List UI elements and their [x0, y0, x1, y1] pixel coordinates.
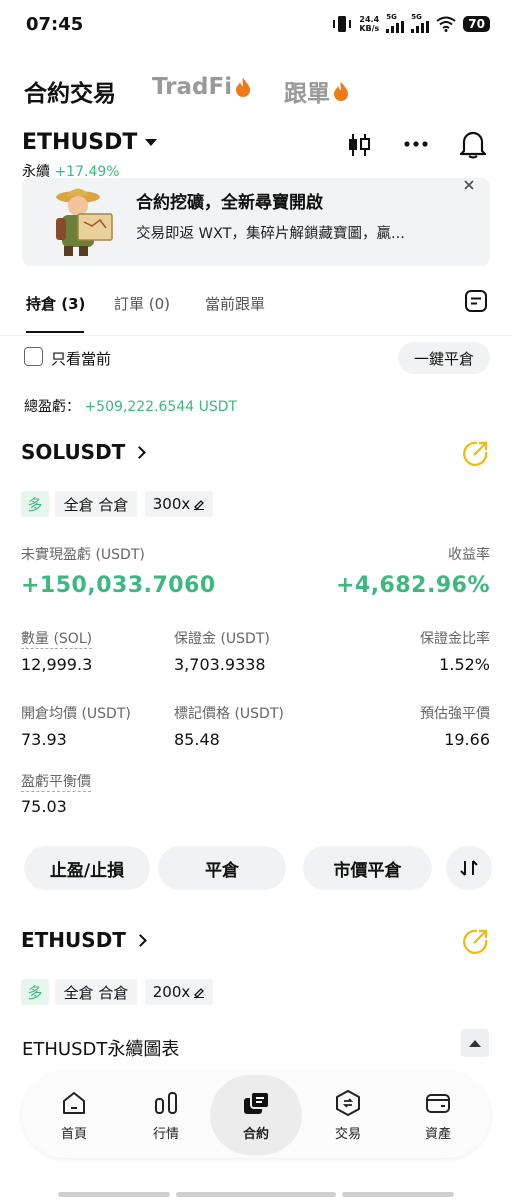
- bottom-nav: 首頁 行情 合約 交易 資產: [22, 1072, 490, 1158]
- close-position-button[interactable]: 平倉: [158, 846, 286, 890]
- caret-down-icon: [145, 139, 158, 146]
- leverage-badge[interactable]: 200x: [145, 979, 213, 1005]
- more-icon[interactable]: [403, 140, 429, 148]
- only-current-checkbox[interactable]: [24, 347, 43, 366]
- margin-ratio-label: 保證金比率: [420, 631, 490, 647]
- roe-value: +4,682.96%: [335, 573, 490, 598]
- market-close-button[interactable]: 市價平倉: [303, 846, 432, 890]
- edit-icon: [193, 498, 205, 510]
- nav-item-trade[interactable]: 交易: [308, 1072, 388, 1158]
- tab-tradfi[interactable]: TradFi: [152, 74, 251, 100]
- breakeven-price-label: 盈虧平衡價: [21, 771, 91, 792]
- nav-item-futures[interactable]: 合約: [216, 1072, 296, 1158]
- share-icon[interactable]: [461, 440, 489, 468]
- share-icon[interactable]: [461, 928, 489, 956]
- total-pnl-label: 總盈虧：: [24, 399, 80, 415]
- gesture-bar: [176, 1192, 336, 1197]
- banner-body: 交易即返 WXT，集碎片解鎖藏寶圖，贏...: [136, 226, 405, 242]
- margin-mode-badge: 全倉 合倉: [55, 979, 137, 1005]
- reverse-position-button[interactable]: [446, 846, 492, 890]
- liquidation-price-label: 預估強平價: [420, 706, 490, 722]
- order-history-icon[interactable]: [464, 289, 488, 313]
- trade-icon: [334, 1089, 362, 1117]
- divider: [0, 335, 512, 336]
- chevron-right-icon: [133, 445, 147, 459]
- home-icon: [60, 1089, 88, 1117]
- entry-price-label: 開倉均價 (USDT): [21, 706, 131, 722]
- mark-price-value: 85.48: [174, 730, 220, 749]
- explorer-mascot-illustration: [48, 184, 116, 258]
- tab-orders[interactable]: 訂單 (0): [114, 293, 170, 314]
- breakeven-price-value: 75.03: [21, 797, 67, 816]
- side-badge: 多: [21, 491, 49, 517]
- market-icon: [152, 1089, 180, 1117]
- unrealized-pnl-value: +150,033.7060: [21, 573, 216, 598]
- nav-item-assets[interactable]: 資產: [398, 1072, 478, 1158]
- mark-price-label: 標記價格 (USDT): [174, 706, 284, 722]
- entry-price-value: 73.93: [21, 730, 67, 749]
- close-all-button[interactable]: 一鍵平倉: [398, 342, 490, 374]
- nav-item-market[interactable]: 行情: [126, 1072, 206, 1158]
- status-time: 07:45: [26, 14, 84, 35]
- quantity-label: 數量 (SOL): [21, 628, 93, 649]
- futures-icon: [241, 1089, 271, 1117]
- nav-item-home[interactable]: 首頁: [34, 1072, 114, 1158]
- tab-positions[interactable]: 持倉 (3): [26, 293, 85, 314]
- signal-icon: 5G: [386, 14, 405, 33]
- chart-collapse-toggle[interactable]: [461, 1029, 489, 1057]
- margin-label: 保證金 (USDT): [174, 631, 270, 647]
- chevron-right-icon: [134, 933, 147, 947]
- status-icons: 24.4 KB/s 5G 5G 70: [332, 14, 490, 33]
- roe-label: 收益率: [448, 547, 490, 563]
- caret-up-icon: [469, 1039, 481, 1047]
- promo-banner[interactable]: 合約挖礦，全新尋寶開啟 交易即返 WXT，集碎片解鎖藏寶圖，贏...: [22, 178, 490, 266]
- margin-mode-badge: 全倉 合倉: [55, 491, 137, 517]
- symbol-selector[interactable]: ETHUSDT: [22, 130, 158, 155]
- vibrate-icon: [332, 15, 352, 33]
- tab-futures[interactable]: 合約交易: [24, 74, 116, 108]
- gesture-bar: [58, 1192, 170, 1197]
- total-pnl-value: +509,222.6544 USDT: [84, 399, 238, 415]
- gesture-bar: [342, 1192, 454, 1197]
- side-badge: 多: [21, 979, 49, 1005]
- chart-section-title: ETHUSDT永續圖表: [22, 1039, 180, 1060]
- bell-icon[interactable]: [459, 129, 487, 159]
- active-tab-indicator: [26, 331, 84, 333]
- quantity-value: 12,999.3: [21, 655, 93, 674]
- battery-indicator: 70: [463, 15, 490, 32]
- candlestick-icon[interactable]: [346, 132, 372, 158]
- tab-copy-trading[interactable]: 跟單: [284, 74, 349, 108]
- close-icon[interactable]: [462, 178, 476, 192]
- banner-title: 合約挖礦，全新尋寶開啟: [136, 193, 323, 213]
- tp-sl-button[interactable]: 止盈/止損: [24, 846, 150, 890]
- net-speed: 24.4 KB/s: [359, 14, 380, 33]
- wifi-icon: [436, 16, 456, 32]
- unrealized-pnl-label: 未實現盈虧 (USDT): [21, 547, 145, 563]
- fire-icon: [333, 81, 349, 101]
- margin-value: 3,703.9338: [174, 655, 266, 674]
- swap-icon: [459, 858, 479, 878]
- total-pnl: 總盈虧： +509,222.6544 USDT: [24, 396, 237, 416]
- only-current-label: 只看當前: [51, 350, 112, 368]
- margin-ratio-value: 1.52%: [439, 655, 490, 674]
- position-symbol-link[interactable]: SOLUSDT: [21, 440, 147, 464]
- tab-current-copy[interactable]: 當前跟單: [205, 293, 265, 314]
- signal-icon: 5G: [411, 14, 430, 33]
- leverage-badge[interactable]: 300x: [145, 491, 213, 517]
- liquidation-price-value: 19.66: [444, 730, 490, 749]
- wallet-icon: [424, 1089, 452, 1117]
- edit-icon: [193, 986, 205, 998]
- position-symbol-link[interactable]: ETHUSDT: [21, 928, 147, 952]
- fire-icon: [235, 77, 251, 97]
